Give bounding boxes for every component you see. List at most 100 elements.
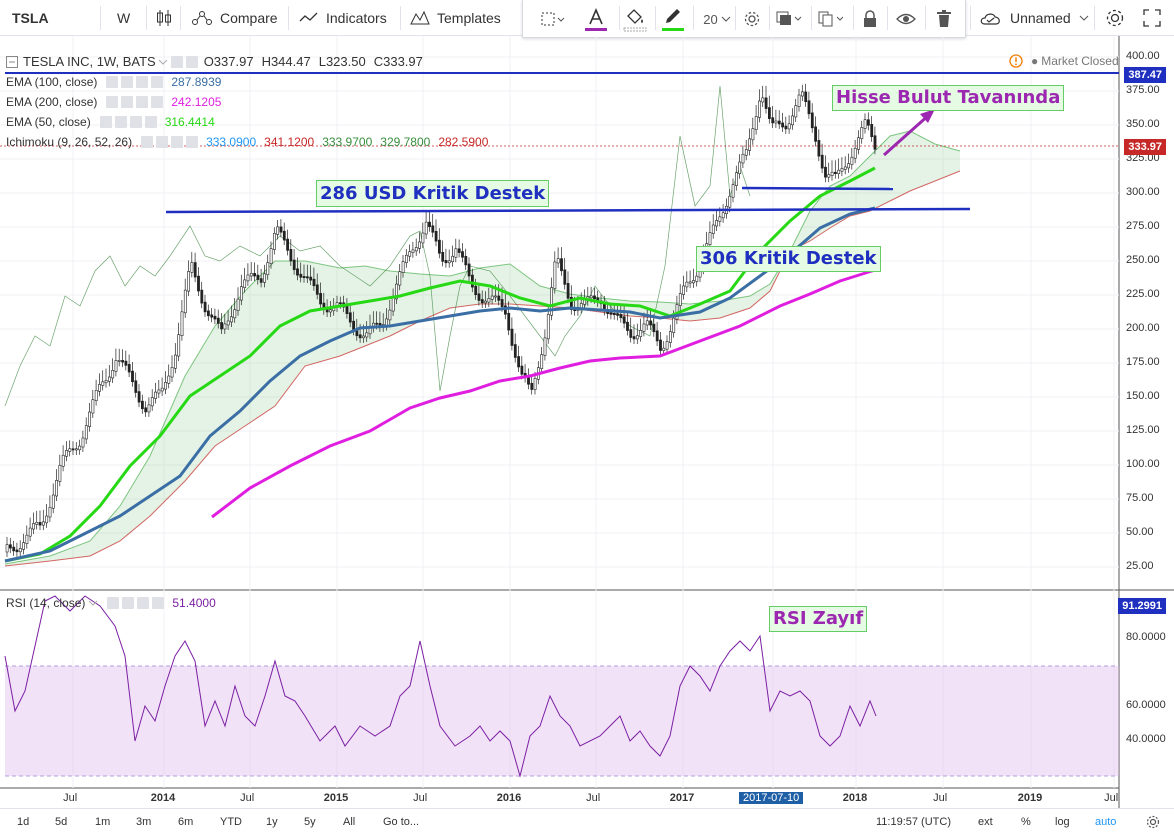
candle-body [71,448,75,451]
interval-button[interactable]: W [117,0,130,36]
candle-body [718,216,722,222]
settings-button[interactable] [1104,0,1126,36]
candle-body [190,262,194,273]
eye-icon[interactable] [106,76,119,88]
indicators-icon [299,12,318,22]
plus-icon[interactable] [137,597,150,609]
close-icon[interactable] [144,116,157,128]
candle-body [741,153,745,164]
candle-body [820,154,824,169]
close-icon[interactable] [151,76,164,88]
delete-button[interactable] [931,6,957,32]
range-button[interactable]: 1d [17,813,29,831]
timezone-settings-button[interactable] [1146,813,1160,831]
select-tool-button[interactable] [537,6,567,32]
candle-body [263,273,266,283]
bar-style-button[interactable] [155,0,173,36]
templates-button[interactable]: Templates [409,0,501,36]
chart-canvas[interactable] [0,36,1174,812]
span-b-value: 282.5900 [438,135,489,149]
support-286-annotation[interactable]: 286 USD Kritik Destek [316,180,550,207]
eye-icon[interactable] [107,597,120,609]
chevron-down-icon[interactable] [158,58,168,66]
candle-body [857,137,860,150]
candle-body [873,135,877,150]
visual-order-button[interactable] [773,6,805,32]
compare-button[interactable]: Compare [190,0,278,36]
candle-body [104,380,108,384]
lock-button[interactable] [857,6,883,32]
chart-area[interactable]: 400.00 375.00 350.00 325.00 300.00 275.00 250.… [0,36,1174,812]
range-button[interactable]: 3m [136,813,151,831]
auto-toggle[interactable]: auto [1095,813,1116,831]
fill-color-button[interactable] [621,6,649,32]
candle-body [860,127,864,140]
range-button[interactable]: 1y [266,813,278,831]
indicators-button[interactable]: Indicators [298,0,387,36]
time-tick-label: 2014 [150,792,176,804]
plus-icon[interactable] [136,76,149,88]
gear-icon[interactable] [122,597,135,609]
log-toggle[interactable]: log [1055,813,1070,831]
close-icon[interactable] [151,96,164,108]
ema50-value: 316.4414 [164,115,215,129]
range-label: 1y [266,816,278,828]
plus-icon[interactable] [136,96,149,108]
candle-body [589,295,593,299]
candle-body [728,195,732,208]
close-icon[interactable] [152,597,165,609]
symbol-search[interactable]: TSLA [12,0,49,36]
drawing-toolbar: 20 [522,0,966,38]
drawing-settings-button[interactable] [739,6,765,32]
clone-button[interactable] [815,6,847,32]
candle-body [560,258,563,272]
text-color-button[interactable] [583,6,609,32]
chevron-down-icon[interactable] [88,599,98,607]
plus-icon[interactable] [129,116,142,128]
candle-body [299,273,303,278]
range-button[interactable]: 5d [55,813,67,831]
hide-button[interactable] [893,6,919,32]
gear-icon[interactable] [121,76,134,88]
range-button[interactable]: 1m [95,813,110,831]
line-color-button[interactable] [659,6,687,32]
close-icon[interactable] [186,136,199,148]
ceiling-annotation[interactable]: Hisse Bulut Tavanında [832,85,1065,111]
candle-body [61,454,65,467]
candle-body [312,278,316,287]
range-button[interactable]: All [343,813,355,831]
candle-body [408,251,412,257]
gear-icon[interactable] [185,56,198,68]
candle-body [154,391,158,399]
eye-icon[interactable] [106,96,119,108]
rsi-tick-label: 60.0000 [1126,699,1166,711]
collapse-icon[interactable] [6,56,18,68]
gear-icon[interactable] [114,116,127,128]
rsi-annotation[interactable]: RSI Zayıf [769,606,868,632]
candle-body [530,382,534,390]
plus-icon[interactable] [171,136,184,148]
eye-icon[interactable] [99,116,112,128]
layout-button[interactable]: Unnamed [978,0,1091,36]
fullscreen-button[interactable] [1143,0,1161,36]
ext-toggle[interactable]: ext [978,813,993,831]
candle-body [111,370,115,379]
gear-icon[interactable] [156,136,169,148]
percent-toggle[interactable]: % [1021,813,1031,831]
candle-body [652,323,656,333]
gear-icon[interactable] [121,96,134,108]
range-button[interactable]: YTD [220,813,242,831]
font-size-select[interactable]: 20 [697,6,737,32]
range-button[interactable]: 6m [178,813,193,831]
goto-button[interactable]: Go to... [383,813,419,831]
candle-body [744,149,748,156]
support-306-annotation[interactable]: 306 Kritik Destek [696,246,881,272]
range-button[interactable]: 5y [304,813,316,831]
candle-body [490,295,494,300]
candle-body [164,382,167,390]
candle-body [170,366,174,378]
range-label: 1d [17,816,30,828]
eye-icon[interactable] [170,56,183,68]
eye-icon[interactable] [141,136,154,148]
font-size-value: 20 [703,11,718,27]
